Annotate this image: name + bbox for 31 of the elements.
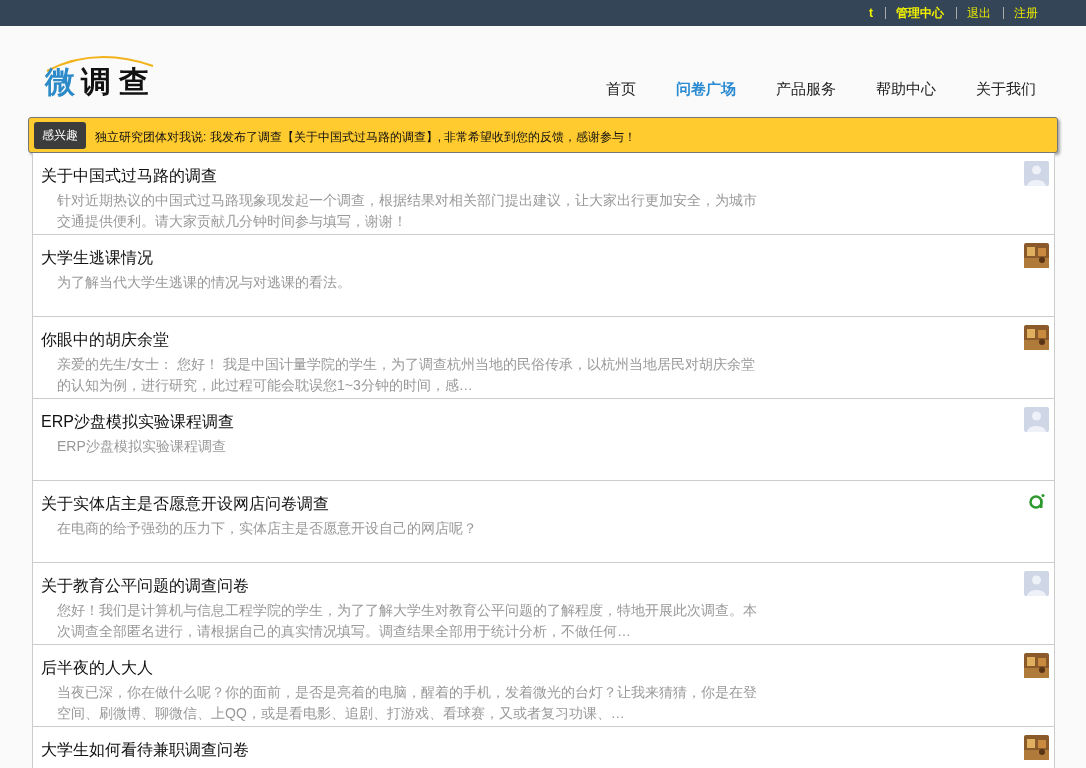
survey-description: 在电商的给予强劲的压力下，实体店主是否愿意开设自己的网店呢？ xyxy=(57,519,478,538)
avatar-placeholder-icon xyxy=(1024,571,1049,596)
survey-title[interactable]: 你眼中的胡庆余堂 xyxy=(41,329,1024,351)
avatar-placeholder-icon xyxy=(1024,407,1049,432)
avatar-placeholder-icon xyxy=(1024,161,1049,186)
survey-title[interactable]: 大学生逃课情况 xyxy=(41,247,1024,269)
survey-title[interactable]: ERP沙盘模拟实验课程调查 xyxy=(41,411,1024,433)
nav-tab[interactable]: 产品服务 xyxy=(776,78,836,100)
survey-description: 针对近期热议的中国式过马路现象现发起一个调查，根据结果对相关部门提出建议，让大家出行更加安全，为城市交通提供便利。请大家贡献几分钟时间参与填写，谢谢！ xyxy=(57,191,758,231)
top-link[interactable]: 注册 xyxy=(1003,7,1038,19)
survey-description: ERP沙盘模拟实验课程调查 xyxy=(57,437,227,456)
top-link[interactable]: 管理中心 xyxy=(885,7,944,19)
survey-title[interactable]: 关于教育公平问题的调查问卷 xyxy=(41,575,1024,597)
nav-tab[interactable]: 首页 xyxy=(606,78,636,100)
nav-tab[interactable]: 帮助中心 xyxy=(876,78,936,100)
survey-title[interactable]: 关于实体店主是否愿意开设网店问卷调查 xyxy=(41,493,1029,515)
survey-description: 为了解当代大学生逃课的情况与对逃课的看法。 xyxy=(57,273,352,292)
survey-description: 亲爱的先生/女士： 您好！ 我是中国计量学院的学生，为了调查杭州当地的民俗传承，以杭州当地居民对胡庆余堂的认知为例，进行研究，此过程可能会耽误您1~3分钟的时间，感… xyxy=(57,355,756,395)
nav-tab[interactable]: 关于我们 xyxy=(976,78,1036,100)
top-link[interactable]: t xyxy=(869,7,873,19)
survey-title[interactable]: 后半夜的人大人 xyxy=(41,657,1024,679)
survey-title[interactable]: 大学生如何看待兼职调查问卷 xyxy=(41,739,1024,761)
survey-description: 当夜已深，你在做什么呢？你的面前，是否是亮着的电脑，醒着的手机，发着微光的台灯？让我来猜猜，你是在登空间、刷微博、聊微信、上QQ，或是看电影、追剧、打游戏、看球赛，又或者复习功课、… xyxy=(57,683,758,723)
interested-button[interactable]: 感兴趣 xyxy=(34,121,86,149)
logo-icon xyxy=(1029,493,1045,509)
notice-message: 独立研究团体对我说: 我发布了调查【关于中国式过马路的调查】, 非常希望收到您的反馈，感谢参与！ xyxy=(95,129,637,146)
nav-tab[interactable]: 问卷广场 xyxy=(676,78,736,100)
survey-title[interactable]: 关于中国式过马路的调查 xyxy=(41,165,1024,187)
top-link[interactable]: 退出 xyxy=(956,7,991,19)
survey-description: 您好！我们是计算机与信息工程学院的学生，为了了解大学生对教育公平问题的了解程度，特地开展此次调查。本次调查全部匿名进行，请根据自己的真实情况填写。调查结果全部用于统计分析，不做任何… xyxy=(57,601,758,641)
site-logo[interactable]: 微 调 查 xyxy=(45,52,157,102)
